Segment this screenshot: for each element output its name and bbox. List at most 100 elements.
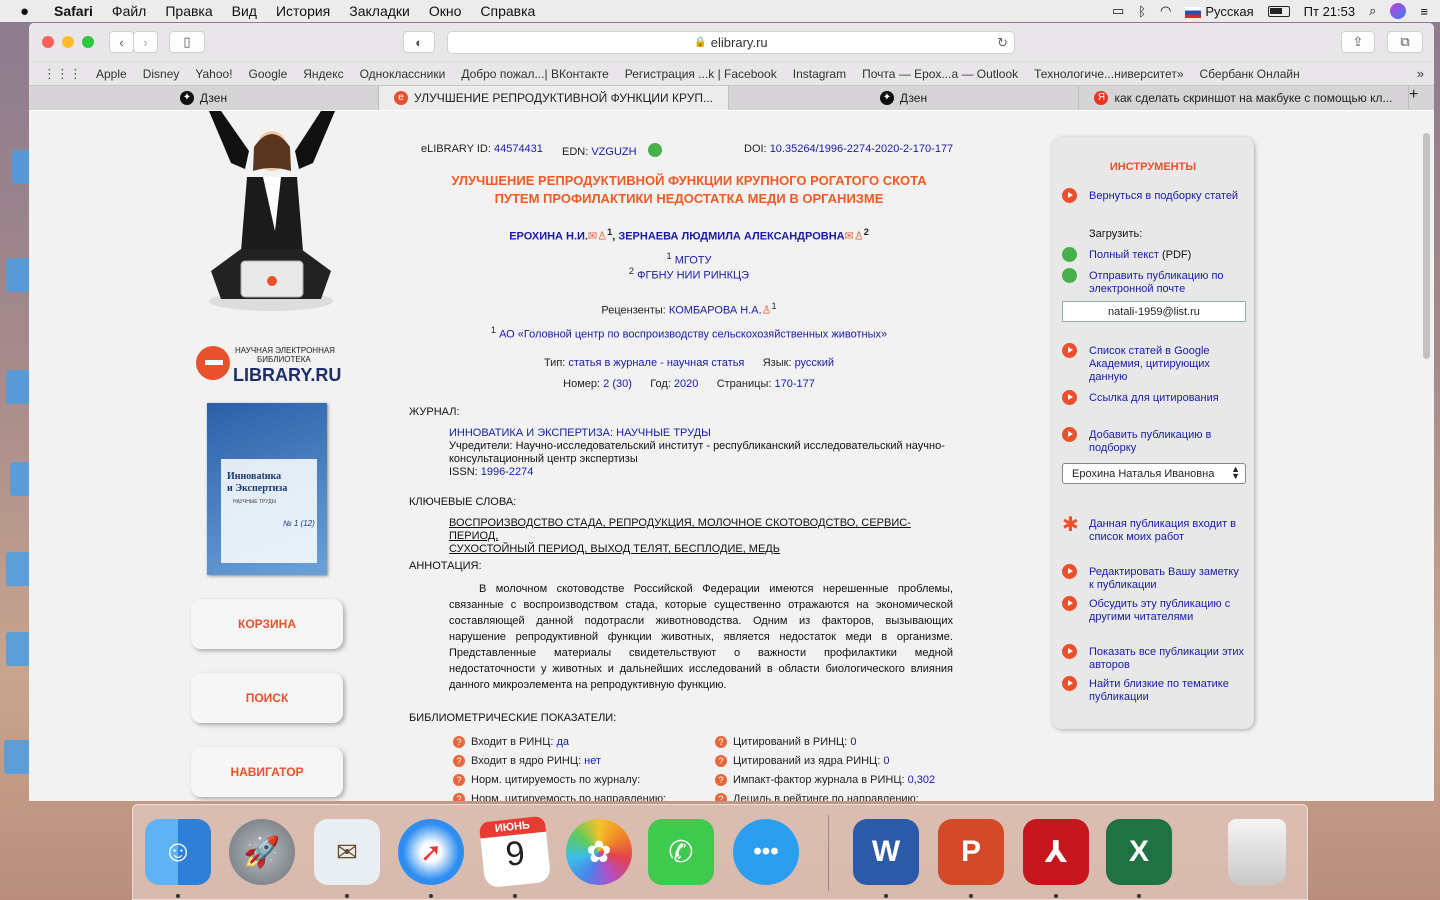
search-button[interactable]: ПОИСК [191,673,343,723]
menu-file[interactable]: Файл [112,3,146,19]
share-icon[interactable]: ⇪ [1341,31,1375,53]
help-icon[interactable]: ? [453,755,465,768]
apple-icon[interactable]: ● [20,3,36,20]
help-icon[interactable]: ? [715,774,727,787]
affiliation-link[interactable]: МГОТУ [675,255,712,267]
email-icon[interactable]: ✉ [845,231,854,243]
basket-button[interactable]: КОРЗИНА [191,599,343,649]
launchpad-icon[interactable]: 🚀 [229,819,295,885]
tab-zen-1[interactable]: ✦ Дзен [29,86,379,110]
bookmark[interactable]: Disney [143,67,180,81]
reload-icon[interactable]: ↻ [997,35,1008,51]
bookmark[interactable]: Яндекс [303,67,343,81]
calendar-icon[interactable]: ИЮНЬ 9 [478,815,552,889]
forward-button[interactable]: › [133,31,158,53]
privacy-report-icon[interactable]: ◐ [403,31,435,53]
menu-window[interactable]: Окно [429,3,462,19]
bookmark[interactable]: Почта — Epox...a — Outlook [862,67,1018,81]
issn-link[interactable]: 1996-2274 [481,466,534,478]
minimize-window-button[interactable] [62,36,74,48]
back-to-collection-link[interactable]: Вернуться в подборку статей [1062,188,1248,205]
email-publication-link[interactable]: Отправить публикацию по электронной почте [1062,268,1248,296]
qr-code-icon[interactable] [647,143,662,157]
menu-history[interactable]: История [276,3,330,19]
excel-icon[interactable]: X [1106,819,1172,885]
author-profile-icon[interactable]: ♙ [597,231,607,243]
help-icon[interactable]: ? [715,755,727,768]
issue-link[interactable]: 2 (30) [603,378,632,390]
affiliation-link[interactable]: ФГБНУ НИИ РИНКЦЭ [637,270,749,282]
address-bar[interactable]: 🔒 elibrary.ru ↻ [447,31,1015,54]
collection-select[interactable]: Ерохина Наталья Ивановна ▲ ▼ [1062,463,1246,484]
help-icon[interactable]: ? [453,793,465,801]
elibrary-id-link[interactable]: 44574431 [494,143,543,155]
facetime-icon[interactable]: ✆ [648,819,714,885]
discuss-link[interactable]: Обсудить эту публикацию с другими читател… [1062,596,1248,624]
citation-link[interactable]: Ссылка для цитирования [1062,390,1248,407]
bookmark[interactable]: Сбербанк Онлайн [1200,67,1300,81]
sidebar-toggle-icon[interactable]: ▯ [169,31,205,53]
help-icon[interactable]: ? [715,793,727,801]
input-source[interactable]: Русская [1185,4,1254,19]
review-org-link[interactable]: АО «Головной центр по воспроизводству се… [499,329,887,341]
bookmark[interactable]: Одноклассники [360,67,446,81]
battery-icon[interactable] [1267,5,1290,17]
help-icon[interactable]: ? [453,736,465,749]
edn-link[interactable]: VZGUZH [591,146,636,158]
zoom-window-button[interactable] [82,36,94,48]
trash-icon[interactable] [1228,819,1286,885]
reviewer-link[interactable]: КОМБАРОВА Н.А. [669,305,762,317]
doi-link[interactable]: 10.35264/1996-2274-2020-2-170-177 [770,143,954,155]
menu-help[interactable]: Справка [480,3,535,19]
clock[interactable]: Пт 21:53 [1304,4,1355,19]
menu-view[interactable]: Вид [232,3,257,19]
similar-publications-link[interactable]: Найти близкие по тематике публикации [1062,676,1248,704]
elibrary-logo[interactable]: НАУЧНАЯ ЭЛЕКТРОННАЯ БИБЛИОТЕКА LIBRARY.R… [195,341,345,385]
google-scholar-link[interactable]: Список статей в Google Академия, цитирующ… [1062,343,1248,384]
add-to-collection-link[interactable]: Добавить публикацию в подборку [1062,427,1248,455]
bluetooth-icon[interactable]: ᛒ [1138,4,1146,19]
bookmark[interactable]: Регистрация ...k | Facebook [625,67,777,81]
menu-bookmarks[interactable]: Закладки [349,3,410,19]
all-author-publications-link[interactable]: Показать все публикации этих авторов [1062,644,1248,672]
bookmark[interactable]: Добро пожал...| ВКонтакте [461,67,608,81]
edit-note-link[interactable]: Редактировать Вашу заметку к публикации [1062,564,1248,592]
journal-cover[interactable]: Инновatика и Экспертиза НАУЧНЫЕ ТРУДЫ № 1… [207,403,327,575]
tab-zen-2[interactable]: ✦ Дзен [729,86,1079,110]
navigator-button[interactable]: НАВИГАТОР [191,747,343,797]
tab-article[interactable]: e УЛУЧШЕНИЕ РЕПРОДУКТИВНОЙ ФУНКЦИИ КРУП..… [379,86,729,110]
keywords-list[interactable]: ВОСПРОИЗВОДСТВО СТАДА, РЕПРОДУКЦИЯ, МОЛО… [449,517,957,556]
safari-icon[interactable]: ➚ [398,819,464,885]
photos-icon[interactable]: ✿ [566,819,632,885]
journal-link[interactable]: ИННОВАТИКА И ЭКСПЕРТИЗА: НАУЧНЫЕ ТРУДЫ [449,427,945,440]
bookmark[interactable]: Google [249,67,288,81]
bookmark[interactable]: Yahoo! [195,67,232,81]
word-icon[interactable]: W [853,819,919,885]
menu-edit[interactable]: Правка [165,3,212,19]
author-link[interactable]: ЗЕРНАЕВА ЛЮДМИЛА АЛЕКСАНДРОВНА [618,231,844,243]
author-link[interactable]: ЕРОХИНА Н.И. [509,231,588,243]
finder-icon[interactable]: ☺ [145,819,211,885]
new-tab-icon[interactable]: + [1409,86,1418,110]
desktop-folder-icon[interactable] [4,740,30,774]
messages-icon[interactable]: ••• [733,819,799,885]
email-field[interactable]: natali-1959@list.ru [1062,301,1246,322]
acrobat-icon[interactable]: ⅄ [1023,819,1089,885]
page-scrollbar[interactable] [1423,133,1430,359]
email-icon[interactable]: ✉ [588,231,597,243]
siri-icon[interactable] [1390,3,1407,19]
close-window-button[interactable] [42,36,54,48]
airplay-icon[interactable]: ▭ [1112,3,1124,19]
help-icon[interactable]: ? [715,736,727,749]
favorites-grid-icon[interactable]: ⋮⋮⋮ [43,66,82,82]
author-profile-icon[interactable]: ♙ [854,231,864,243]
bookmark[interactable]: Apple [96,67,127,81]
wifi-icon[interactable]: ◠ [1160,3,1171,19]
more-bookmarks-icon[interactable]: » [1417,66,1424,81]
tab-yandex[interactable]: Якак сделать скриншот на макбуке с помощ… [1079,86,1409,110]
my-works-link[interactable]: ✱ Данная публикация входит в список моих р… [1062,515,1248,544]
bookmark[interactable]: Instagram [793,67,846,81]
menu-app-name[interactable]: Safari [54,3,93,19]
notification-center-icon[interactable]: ≡ [1420,4,1428,19]
help-icon[interactable]: ? [453,774,465,787]
